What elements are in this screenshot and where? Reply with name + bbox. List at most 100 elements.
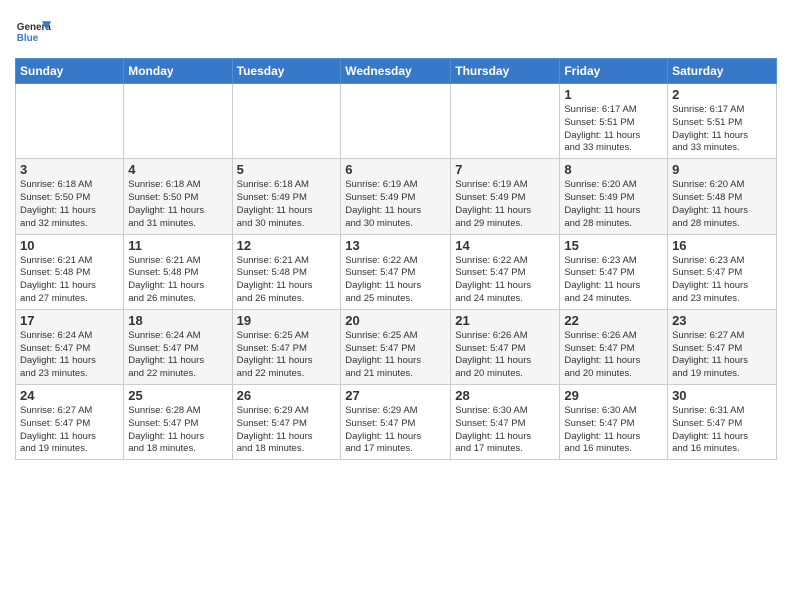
calendar-cell: 15 Sunrise: 6:23 AM Sunset: 5:47 PM Dayli… xyxy=(560,234,668,309)
day-info: Sunrise: 6:29 AM Sunset: 5:47 PM Dayligh… xyxy=(345,405,446,456)
day-info: Sunrise: 6:20 AM Sunset: 5:48 PM Dayligh… xyxy=(672,179,772,230)
calendar-cell: 28Sunrise: 6:30 AM Sunset: 5:47 PM Dayli… xyxy=(451,385,560,460)
calendar-cell xyxy=(232,84,341,159)
day-number: 12 xyxy=(237,238,337,253)
day-info: Sunrise: 6:21 AM Sunset: 5:48 PM Dayligh… xyxy=(237,255,337,306)
day-info: Sunrise: 6:29 AM Sunset: 5:47 PM Dayligh… xyxy=(237,405,337,456)
calendar-cell: 20 Sunrise: 6:25 AM Sunset: 5:47 PM Dayli… xyxy=(341,309,451,384)
calendar-cell: 17Sunrise: 6:24 AM Sunset: 5:47 PM Dayli… xyxy=(16,309,124,384)
day-number: 30 xyxy=(672,388,772,403)
day-info: Sunrise: 6:27 AM Sunset: 5:47 PM Dayligh… xyxy=(20,405,119,456)
calendar-cell: 13Sunrise: 6:22 AM Sunset: 5:47 PM Dayli… xyxy=(341,234,451,309)
calendar-cell: 2 Sunrise: 6:17 AM Sunset: 5:51 PM Daylig… xyxy=(668,84,777,159)
weekday-header-monday: Monday xyxy=(124,59,232,84)
calendar-cell xyxy=(451,84,560,159)
calendar-cell: 10Sunrise: 6:21 AM Sunset: 5:48 PM Dayli… xyxy=(16,234,124,309)
calendar-cell: 23Sunrise: 6:27 AM Sunset: 5:47 PM Dayli… xyxy=(668,309,777,384)
day-number: 2 xyxy=(672,87,772,102)
calendar-page: General Blue SundayMondayTuesdayWednesda… xyxy=(0,0,792,470)
calendar-cell: 14 Sunrise: 6:22 AM Sunset: 5:47 PM Dayli… xyxy=(451,234,560,309)
calendar-cell: 1Sunrise: 6:17 AM Sunset: 5:51 PM Daylig… xyxy=(560,84,668,159)
day-info: Sunrise: 6:26 AM Sunset: 5:47 PM Dayligh… xyxy=(455,330,555,381)
calendar-cell: 16 Sunrise: 6:23 AM Sunset: 5:47 PM Dayli… xyxy=(668,234,777,309)
day-number: 24 xyxy=(20,388,119,403)
day-number: 28 xyxy=(455,388,555,403)
day-info: Sunrise: 6:26 AM Sunset: 5:47 PM Dayligh… xyxy=(564,330,663,381)
logo-icon: General Blue xyxy=(15,14,51,50)
day-number: 8 xyxy=(564,162,663,177)
day-number: 21 xyxy=(455,313,555,328)
calendar-cell: 3 Sunrise: 6:18 AM Sunset: 5:50 PM Daylig… xyxy=(16,159,124,234)
day-info: Sunrise: 6:21 AM Sunset: 5:48 PM Dayligh… xyxy=(20,255,119,306)
calendar-table: SundayMondayTuesdayWednesdayThursdayFrid… xyxy=(15,58,777,460)
day-info: Sunrise: 6:22 AM Sunset: 5:47 PM Dayligh… xyxy=(345,255,446,306)
day-info: Sunrise: 6:18 AM Sunset: 5:50 PM Dayligh… xyxy=(20,179,119,230)
svg-text:Blue: Blue xyxy=(17,33,39,44)
day-info: Sunrise: 6:25 AM Sunset: 5:47 PM Dayligh… xyxy=(345,330,446,381)
calendar-cell: 12 Sunrise: 6:21 AM Sunset: 5:48 PM Dayli… xyxy=(232,234,341,309)
calendar-cell: 7 Sunrise: 6:19 AM Sunset: 5:49 PM Daylig… xyxy=(451,159,560,234)
day-info: Sunrise: 6:31 AM Sunset: 5:47 PM Dayligh… xyxy=(672,405,772,456)
weekday-header-sunday: Sunday xyxy=(16,59,124,84)
day-number: 29 xyxy=(564,388,663,403)
day-info: Sunrise: 6:22 AM Sunset: 5:47 PM Dayligh… xyxy=(455,255,555,306)
day-number: 3 xyxy=(20,162,119,177)
day-number: 15 xyxy=(564,238,663,253)
calendar-cell: 21 Sunrise: 6:26 AM Sunset: 5:47 PM Dayli… xyxy=(451,309,560,384)
calendar-week-4: 17 Sunrise: 6:24 AM Sunset: 5:47 PM Dayli… xyxy=(16,309,777,384)
calendar-cell: 5 Sunrise: 6:18 AM Sunset: 5:49 PM Daylig… xyxy=(232,159,341,234)
day-info: Sunrise: 6:30 AM Sunset: 5:47 PM Dayligh… xyxy=(564,405,663,456)
day-info: Sunrise: 6:19 AM Sunset: 5:49 PM Dayligh… xyxy=(345,179,446,230)
calendar-cell: 30 Sunrise: 6:31 AM Sunset: 5:47 PM Dayli… xyxy=(668,385,777,460)
calendar-header-row: SundayMondayTuesdayWednesdayThursdayFrid… xyxy=(16,59,777,84)
day-info: Sunrise: 6:28 AM Sunset: 5:47 PM Dayligh… xyxy=(128,405,227,456)
day-number: 23 xyxy=(672,313,772,328)
day-info: Sunrise: 6:23 AM Sunset: 5:47 PM Dayligh… xyxy=(672,255,772,306)
day-number: 26 xyxy=(237,388,337,403)
calendar-cell: 19 Sunrise: 6:25 AM Sunset: 5:47 PM Dayli… xyxy=(232,309,341,384)
calendar-cell: 18 Sunrise: 6:24 AM Sunset: 5:47 PM Dayli… xyxy=(124,309,232,384)
calendar-cell: 22 Sunrise: 6:26 AM Sunset: 5:47 PM Dayli… xyxy=(560,309,668,384)
day-info: Sunrise: 6:17 AM Sunset: 5:51 PM Dayligh… xyxy=(672,104,772,155)
weekday-header-friday: Friday xyxy=(560,59,668,84)
calendar-cell: 29 Sunrise: 6:30 AM Sunset: 5:47 PM Dayli… xyxy=(560,385,668,460)
day-number: 25 xyxy=(128,388,227,403)
day-number: 19 xyxy=(237,313,337,328)
day-info: Sunrise: 6:19 AM Sunset: 5:49 PM Dayligh… xyxy=(455,179,555,230)
day-info: Sunrise: 6:24 AM Sunset: 5:47 PM Dayligh… xyxy=(128,330,227,381)
weekday-header-tuesday: Tuesday xyxy=(232,59,341,84)
day-number: 14 xyxy=(455,238,555,253)
calendar-cell xyxy=(341,84,451,159)
calendar-cell xyxy=(16,84,124,159)
day-info: Sunrise: 6:18 AM Sunset: 5:50 PM Dayligh… xyxy=(128,179,227,230)
weekday-header-wednesday: Wednesday xyxy=(341,59,451,84)
header: General Blue xyxy=(15,10,777,50)
day-number: 5 xyxy=(237,162,337,177)
day-info: Sunrise: 6:25 AM Sunset: 5:47 PM Dayligh… xyxy=(237,330,337,381)
weekday-header-saturday: Saturday xyxy=(668,59,777,84)
day-number: 1 xyxy=(564,87,663,102)
calendar-cell: 25 Sunrise: 6:28 AM Sunset: 5:47 PM Dayli… xyxy=(124,385,232,460)
day-number: 11 xyxy=(128,238,227,253)
day-number: 4 xyxy=(128,162,227,177)
day-number: 7 xyxy=(455,162,555,177)
day-number: 16 xyxy=(672,238,772,253)
calendar-cell: 4 Sunrise: 6:18 AM Sunset: 5:50 PM Daylig… xyxy=(124,159,232,234)
day-number: 20 xyxy=(345,313,446,328)
day-info: Sunrise: 6:21 AM Sunset: 5:48 PM Dayligh… xyxy=(128,255,227,306)
weekday-header-thursday: Thursday xyxy=(451,59,560,84)
calendar-cell: 11 Sunrise: 6:21 AM Sunset: 5:48 PM Dayli… xyxy=(124,234,232,309)
day-info: Sunrise: 6:18 AM Sunset: 5:49 PM Dayligh… xyxy=(237,179,337,230)
day-number: 17 xyxy=(20,313,119,328)
day-info: Sunrise: 6:20 AM Sunset: 5:49 PM Dayligh… xyxy=(564,179,663,230)
calendar-cell xyxy=(124,84,232,159)
calendar-week-2: 3 Sunrise: 6:18 AM Sunset: 5:50 PM Daylig… xyxy=(16,159,777,234)
calendar-cell: 6Sunrise: 6:19 AM Sunset: 5:49 PM Daylig… xyxy=(341,159,451,234)
day-number: 22 xyxy=(564,313,663,328)
calendar-cell: 9Sunrise: 6:20 AM Sunset: 5:48 PM Daylig… xyxy=(668,159,777,234)
day-info: Sunrise: 6:23 AM Sunset: 5:47 PM Dayligh… xyxy=(564,255,663,306)
calendar-week-3: 10Sunrise: 6:21 AM Sunset: 5:48 PM Dayli… xyxy=(16,234,777,309)
calendar-week-5: 24 Sunrise: 6:27 AM Sunset: 5:47 PM Dayli… xyxy=(16,385,777,460)
day-number: 18 xyxy=(128,313,227,328)
day-number: 27 xyxy=(345,388,446,403)
